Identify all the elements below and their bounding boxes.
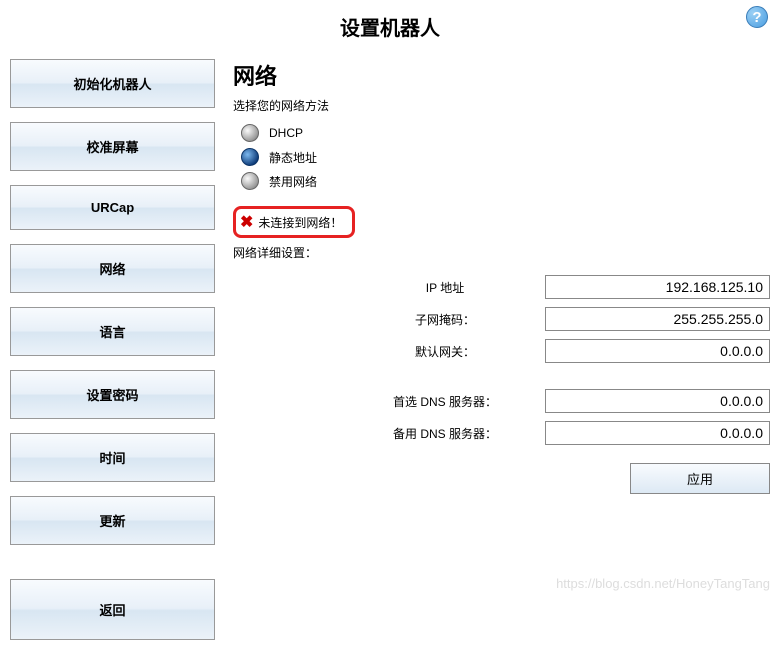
label-dns2: 备用 DNS 服务器： bbox=[345, 425, 545, 442]
sidebar-item-update[interactable]: 更新 bbox=[10, 496, 215, 545]
label-gateway: 默认网关： bbox=[345, 343, 545, 360]
sidebar-item-lang[interactable]: 语言 bbox=[10, 307, 215, 356]
network-status: ✖ 未连接到网络！ bbox=[233, 206, 355, 238]
radio-icon bbox=[241, 148, 259, 166]
sidebar-item-network[interactable]: 网络 bbox=[10, 244, 215, 293]
radio-label: 静态地址 bbox=[269, 149, 317, 166]
input-gateway[interactable] bbox=[545, 339, 770, 363]
radio-icon bbox=[241, 124, 259, 142]
radio-label: DHCP bbox=[269, 126, 303, 140]
section-subtitle: 选择您的网络方法 bbox=[233, 97, 770, 114]
back-button[interactable]: 返回 bbox=[10, 579, 215, 640]
sidebar-item-passwd[interactable]: 设置密码 bbox=[10, 370, 215, 419]
input-dns2[interactable] bbox=[545, 421, 770, 445]
sidebar-item-time[interactable]: 时间 bbox=[10, 433, 215, 482]
sidebar-item-init[interactable]: 初始化机器人 bbox=[10, 59, 215, 108]
radio-static[interactable]: 静态地址 bbox=[241, 148, 770, 166]
radio-icon bbox=[241, 172, 259, 190]
sidebar-item-urcap[interactable]: URCap bbox=[10, 185, 215, 230]
label-dns1: 首选 DNS 服务器： bbox=[345, 393, 545, 410]
radio-dhcp[interactable]: DHCP bbox=[241, 124, 770, 142]
sidebar: 初始化机器人 校准屏幕 URCap 网络 语言 设置密码 时间 更新 返回 bbox=[10, 59, 225, 654]
error-icon: ✖ bbox=[240, 212, 253, 232]
sidebar-item-calib[interactable]: 校准屏幕 bbox=[10, 122, 215, 171]
apply-button[interactable]: 应用 bbox=[630, 463, 770, 494]
section-title: 网络 bbox=[233, 59, 770, 91]
radio-disable[interactable]: 禁用网络 bbox=[241, 172, 770, 190]
input-mask[interactable] bbox=[545, 307, 770, 331]
input-dns1[interactable] bbox=[545, 389, 770, 413]
details-title: 网络详细设置： bbox=[233, 244, 770, 261]
label-ip: IP 地址 bbox=[345, 279, 545, 296]
help-icon[interactable]: ? bbox=[746, 6, 768, 28]
status-text: 未连接到网络！ bbox=[258, 214, 342, 231]
label-mask: 子网掩码： bbox=[345, 311, 545, 328]
page-title: 设置机器人 bbox=[340, 18, 440, 40]
input-ip[interactable] bbox=[545, 275, 770, 299]
main-panel: 网络 选择您的网络方法 DHCP 静态地址 禁用网络 ✖ 未连接到网络！ 网络详… bbox=[225, 59, 770, 654]
radio-label: 禁用网络 bbox=[269, 173, 317, 190]
watermark-text: https://blog.csdn.net/HoneyTangTang bbox=[556, 576, 770, 591]
